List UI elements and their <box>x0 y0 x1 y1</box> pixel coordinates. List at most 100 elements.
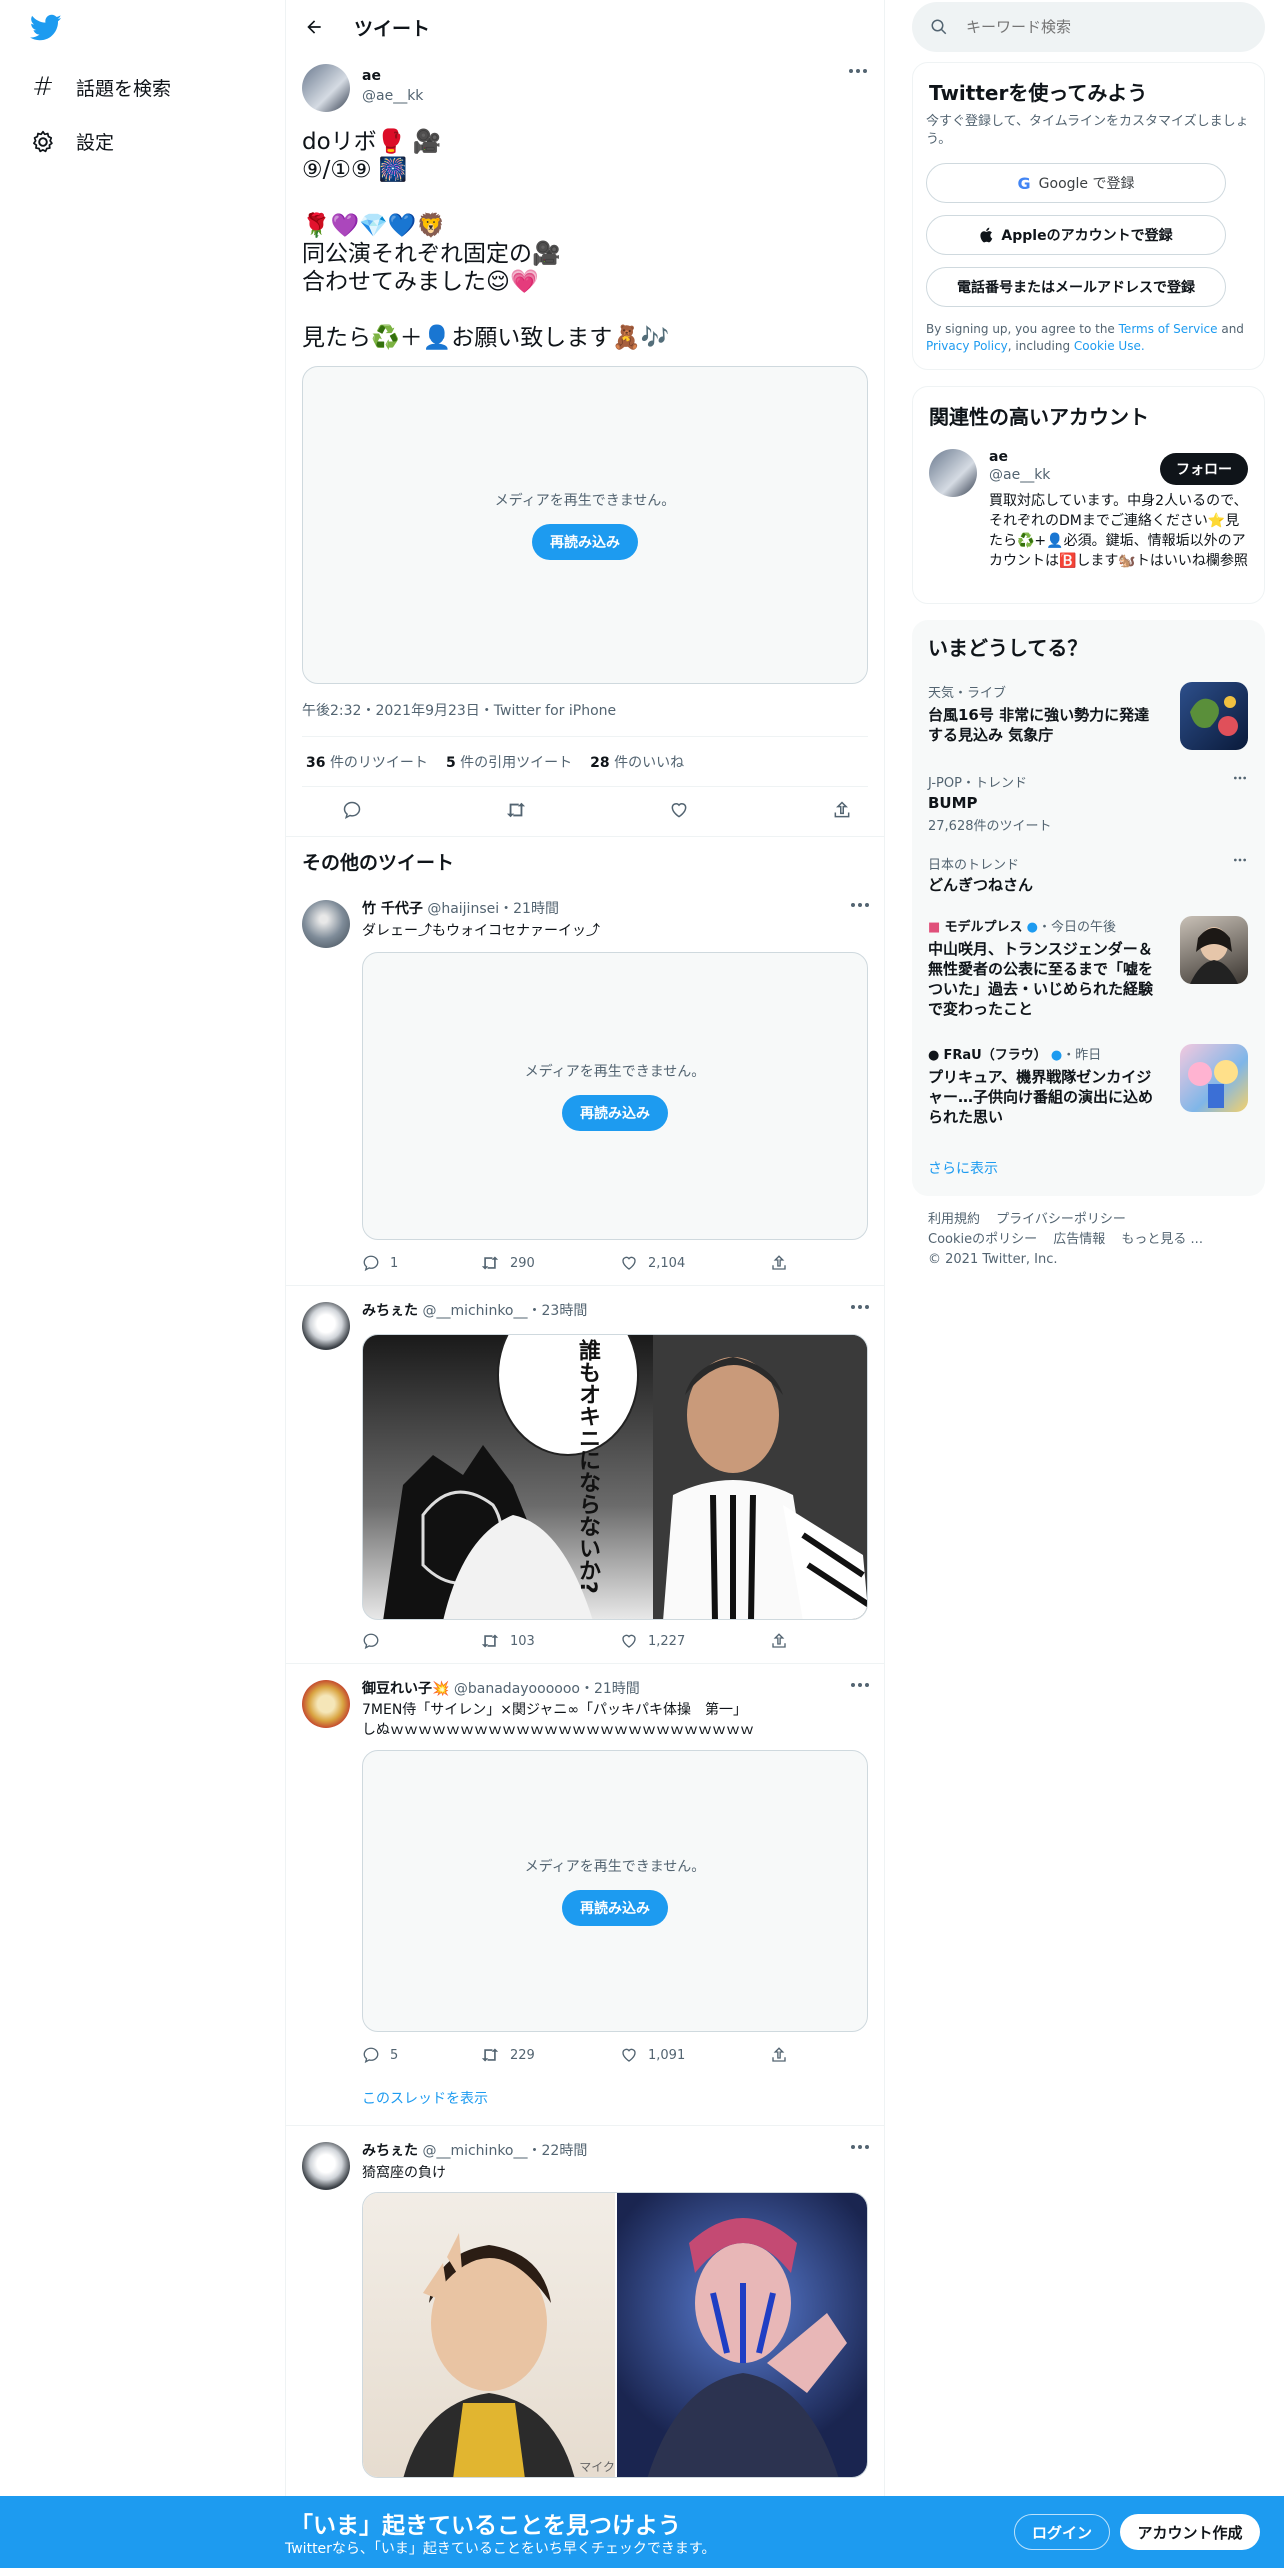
reply-button[interactable] <box>362 1632 480 1650</box>
share-icon[interactable] <box>770 1632 788 1650</box>
trend-item[interactable]: 日本のトレンド どんぎつねさん <box>928 854 1248 898</box>
tweet-timestamp[interactable]: 午後2:32・2021年9月23日・Twitter for iPhone <box>302 700 616 720</box>
search-bar[interactable] <box>912 2 1265 52</box>
retweet-stat[interactable]: 36 件のリツイート <box>306 752 428 772</box>
trend-item[interactable]: 天気・ライブ 台風16号 非常に強い勢力に発達する見込み 気象庁 <box>928 682 1248 754</box>
author-handle[interactable]: @__michinko__ <box>422 2143 527 2159</box>
avatar[interactable] <box>302 1680 350 1728</box>
trend-item[interactable]: J-POP・トレンド BUMP 27,628件のツイート <box>928 772 1248 834</box>
like-button[interactable]: 2,104 <box>620 1254 770 1272</box>
share-icon[interactable] <box>770 2046 788 2064</box>
separator-dot: ・ <box>527 1303 542 1319</box>
nav-settings[interactable]: 設定 <box>30 128 114 155</box>
avatar[interactable] <box>929 449 977 497</box>
follow-button[interactable]: フォロー <box>1160 453 1248 485</box>
back-arrow-icon[interactable] <box>304 17 324 37</box>
author-handle[interactable]: @haijinsei <box>427 901 499 917</box>
terms-and: and <box>1217 322 1244 336</box>
more-icon[interactable] <box>850 2144 870 2150</box>
login-button[interactable]: ログイン <box>1014 2514 1110 2550</box>
like-icon[interactable] <box>669 800 689 820</box>
author-name[interactable]: みちぇた <box>362 1303 418 1319</box>
more-icon[interactable] <box>850 902 870 908</box>
show-thread-link[interactable]: このスレッドを表示 <box>362 2088 488 2108</box>
footer-cookie-link[interactable]: Cookieのポリシー <box>928 1232 1037 1247</box>
like-icon <box>622 1256 636 1270</box>
footer-ads-link[interactable]: 広告情報 <box>1053 1232 1105 1247</box>
search-input[interactable] <box>966 18 1226 36</box>
author-handle[interactable]: @ae__kk <box>362 88 423 104</box>
reply-icon[interactable] <box>342 800 362 820</box>
like-button[interactable]: 1,227 <box>620 1632 770 1650</box>
quote-stat[interactable]: 5 件の引用ツイート <box>446 752 572 772</box>
tweet-card[interactable]: みちぇた @__michinko__・23時間 誰もオキニにならないか? 103… <box>286 1286 884 1664</box>
footer-terms-link[interactable]: 利用規約 <box>928 1212 980 1227</box>
tweet-card[interactable]: 竹 千代子 @haijinsei・21時間 ダレェー⤴︎もウォイコセナァーイッ⤴… <box>286 884 884 1286</box>
reply-button[interactable]: 5 <box>362 2046 480 2064</box>
show-more-link[interactable]: さらに表示 <box>928 1158 998 1178</box>
related-bio: 買取対応しています。中身2人いるので、それぞれのDMまでご連絡ください⭐見たら♻… <box>989 493 1248 569</box>
apple-signup-button[interactable]: Appleのアカウントで登録 <box>926 215 1226 255</box>
privacy-link[interactable]: Privacy Policy <box>926 339 1008 353</box>
avatar[interactable] <box>302 64 350 112</box>
google-signup-button[interactable]: G Google で登録 <box>926 163 1226 203</box>
create-account-button[interactable]: アカウント作成 <box>1120 2514 1260 2550</box>
reload-button[interactable]: 再読み込み <box>562 1890 668 1926</box>
tweet-card[interactable]: 御豆れい子💥 @banadayoooooo・21時間 7MEN侍「サイレン」×関… <box>286 1664 884 2126</box>
avatar[interactable] <box>302 900 350 948</box>
tweet-line: 同公演それぞれ固定の🎥 <box>302 241 561 267</box>
separator-dot: ・ <box>579 1681 594 1697</box>
share-icon[interactable] <box>770 1254 788 1272</box>
avatar[interactable] <box>302 1302 350 1350</box>
terms-link[interactable]: Terms of Service <box>1119 322 1218 336</box>
trend-item[interactable]: ● FRaU（フラウ） ●・昨日 プリキュア、機界戦隊ゼンカイジャー…子供向け番… <box>928 1044 1248 1130</box>
tweet-line: しぬｗｗｗｗｗｗｗｗｗｗｗｗｗｗｗｗｗｗｗｗｗｗｗｗｗｗ <box>362 1722 754 1738</box>
reply-button[interactable]: 1 <box>362 1254 480 1272</box>
avatar[interactable] <box>302 2142 350 2190</box>
hashtag-icon: # <box>32 72 54 102</box>
retweet-button[interactable]: 103 <box>480 1632 620 1650</box>
gear-icon <box>30 129 56 155</box>
tweet-card[interactable]: みちぇた @__michinko__・22時間 猗窩座の負け マイク <box>286 2126 884 2506</box>
more-icon[interactable] <box>1232 858 1248 862</box>
nav-explore[interactable]: # 話題を検索 <box>30 72 171 102</box>
reload-button[interactable]: 再読み込み <box>532 524 638 560</box>
page-header: ツイート <box>286 0 884 54</box>
retweet-button[interactable]: 229 <box>480 2046 620 2064</box>
trend-item[interactable]: ■ モデルプレス ●・今日の午後 中山咲月、トランスジェンダー＆無性愛者の公表に… <box>928 916 1248 1024</box>
terms-suffix: , including <box>1007 339 1074 353</box>
retweet-button[interactable]: 290 <box>480 1254 620 1272</box>
tweet-time[interactable]: 23時間 <box>542 1303 588 1319</box>
related-handle[interactable]: @ae__kk <box>989 467 1050 483</box>
reload-button[interactable]: 再読み込み <box>562 1095 668 1131</box>
more-icon[interactable] <box>850 1304 870 1310</box>
divider <box>302 786 868 787</box>
author-name[interactable]: みちぇた <box>362 2143 418 2159</box>
author-name[interactable]: ae <box>362 68 423 84</box>
cookie-link[interactable]: Cookie Use. <box>1074 339 1145 353</box>
more-icon[interactable] <box>850 1682 870 1688</box>
phone-signup-button[interactable]: 電話番号またはメールアドレスで登録 <box>926 267 1226 307</box>
like-stat[interactable]: 28 件のいいね <box>590 752 684 772</box>
like-button[interactable]: 1,091 <box>620 2046 770 2064</box>
footer-more-link[interactable]: もっと見る ... <box>1121 1232 1203 1247</box>
footer-privacy-link[interactable]: プライバシーポリシー <box>996 1212 1126 1227</box>
more-icon[interactable] <box>1232 776 1248 780</box>
author-handle[interactable]: @__michinko__ <box>422 1303 527 1319</box>
related-name[interactable]: ae <box>989 449 1050 465</box>
more-icon[interactable] <box>848 68 868 74</box>
author-name[interactable]: 御豆れい子💥 <box>362 1681 449 1697</box>
author-name[interactable]: 竹 千代子 <box>362 901 423 917</box>
tweet-image[interactable] <box>617 2193 867 2477</box>
tweet-time[interactable]: 21時間 <box>594 1681 640 1697</box>
tweet-time[interactable]: 21時間 <box>513 901 559 917</box>
twitter-logo-icon[interactable] <box>30 14 62 42</box>
retweet-icon[interactable] <box>505 800 527 820</box>
apple-signup-label: Appleのアカウントで登録 <box>1001 228 1173 244</box>
tweet-image[interactable]: 誰もオキニにならないか? <box>362 1334 868 1620</box>
share-icon[interactable] <box>832 800 852 820</box>
tweet-image[interactable]: マイク <box>363 2193 615 2477</box>
tweet-time[interactable]: 22時間 <box>542 2143 588 2159</box>
retweet-icon <box>481 1256 499 1270</box>
author-handle[interactable]: @banadayoooooo <box>454 1681 580 1697</box>
